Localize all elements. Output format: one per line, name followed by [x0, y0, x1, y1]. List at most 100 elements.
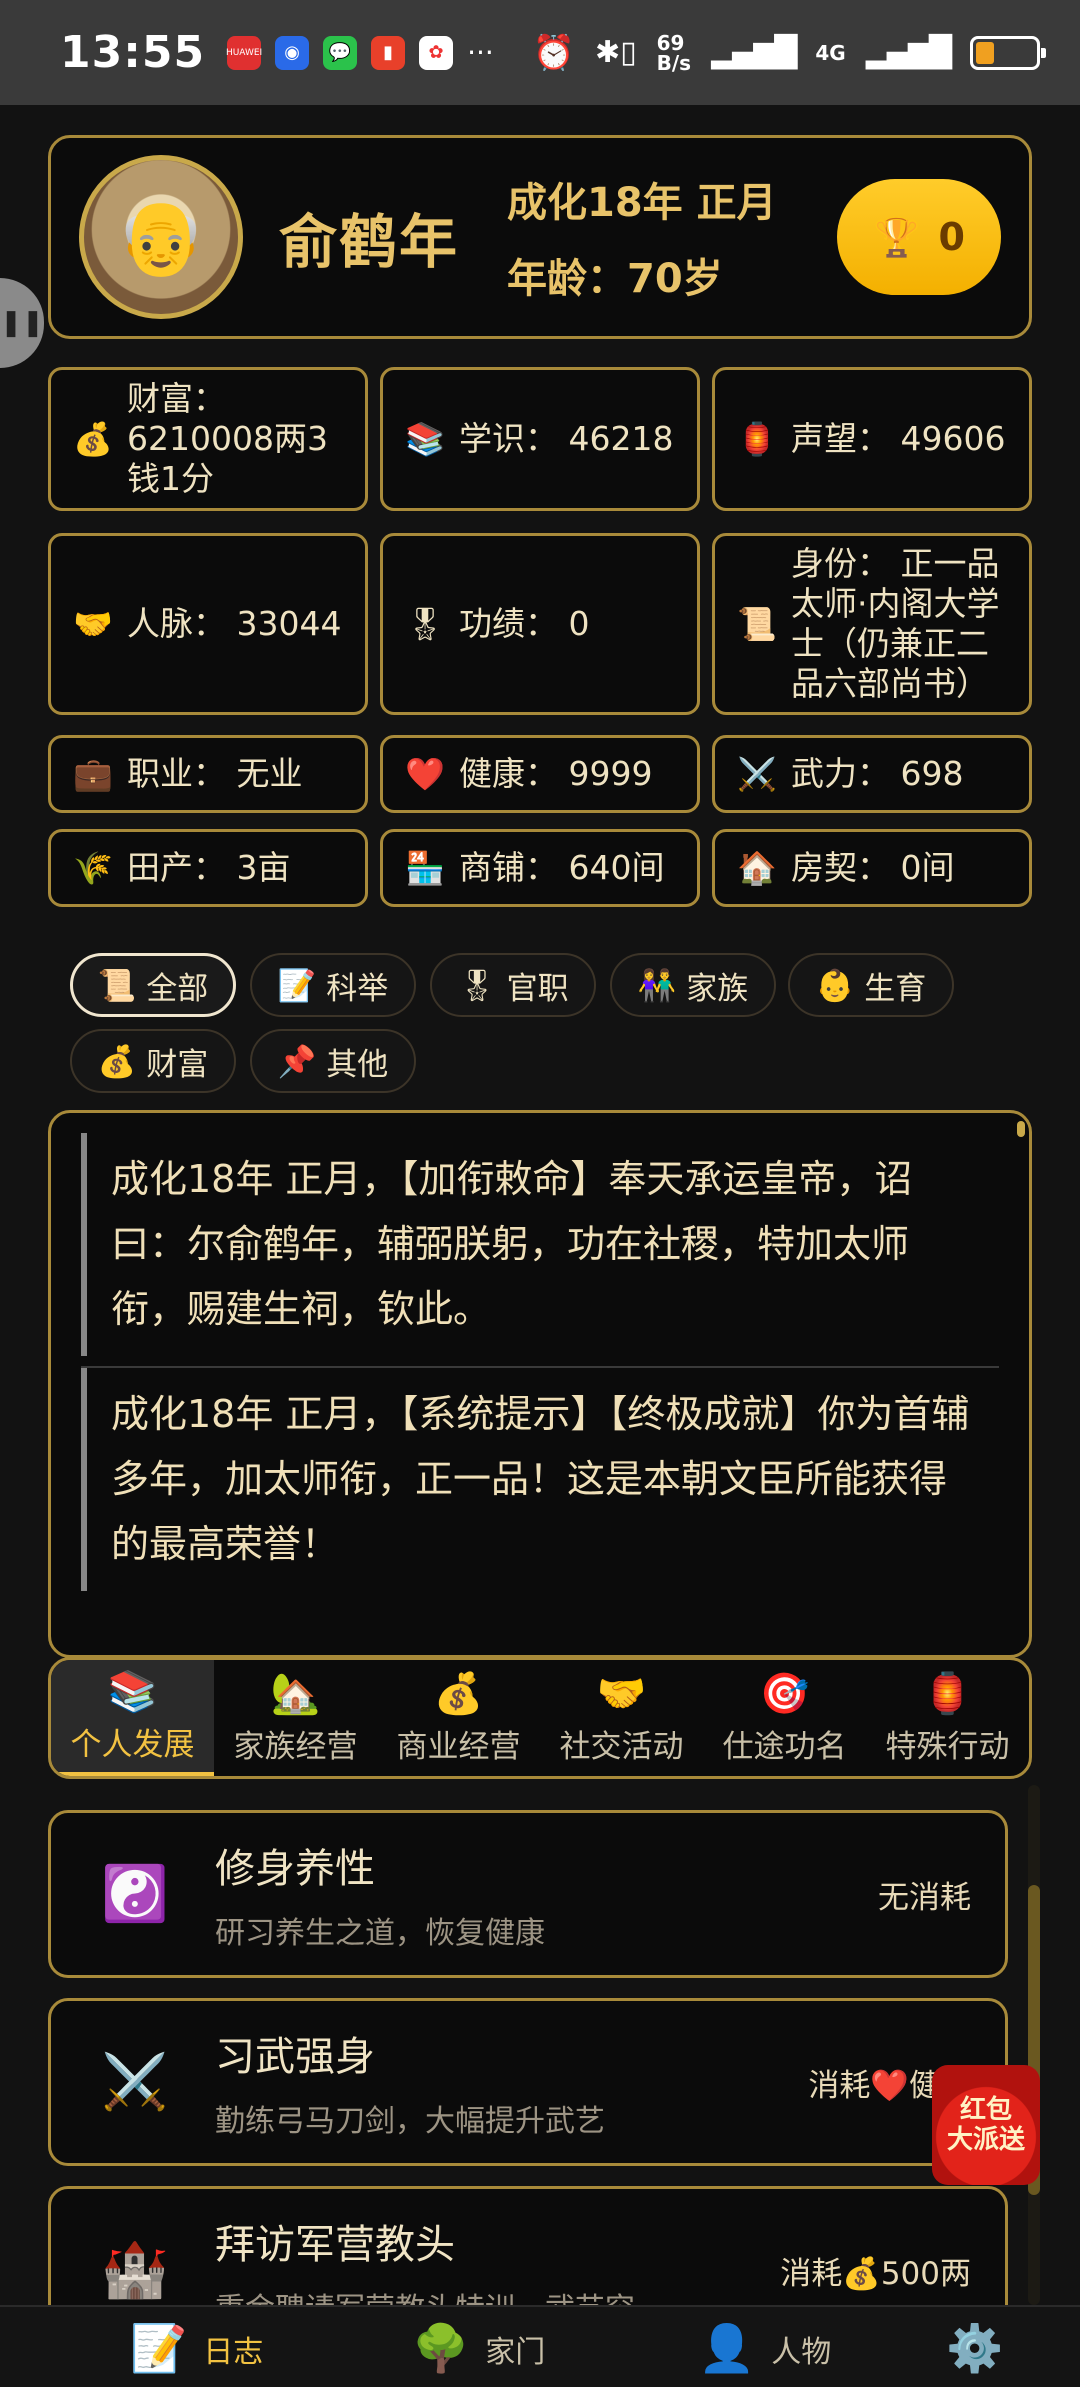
- stat-health: ❤️ 健康： 9999: [380, 735, 700, 813]
- filter-family[interactable]: 👫 家族: [610, 953, 776, 1017]
- money-bag-icon: 💰: [97, 1043, 137, 1080]
- lantern-icon: 🏮: [737, 420, 777, 458]
- baby-icon: 👶: [815, 967, 855, 1004]
- stat-text: 功绩： 0: [459, 604, 590, 643]
- filter-office[interactable]: 🎖 官职: [430, 953, 596, 1017]
- log-entry: 成化18年 正月，【系统提示】【终极成就】你为首辅多年，加太师衔，正一品！这是本…: [81, 1368, 999, 1591]
- stat-wealth: 💰 财富： 6210008两3钱1分: [48, 367, 368, 511]
- books-icon: 📚: [107, 1669, 158, 1715]
- stat-knowledge: 📚 学识： 46218: [380, 367, 700, 511]
- tab-social[interactable]: 🤝 社交活动: [540, 1660, 703, 1776]
- briefcase-icon: 💼: [73, 755, 113, 793]
- tab-special[interactable]: 🏮 特殊行动: [866, 1660, 1029, 1776]
- stat-martial: ⚔️ 武力： 698: [712, 735, 1032, 813]
- action-desc: 研习养生之道，恢复健康: [215, 1916, 545, 1951]
- medal-icon: 🎖: [457, 967, 497, 1004]
- action-cost: 消耗💰500两: [780, 2255, 971, 2292]
- stat-text: 田产： 3亩: [127, 848, 291, 887]
- stat-text: 财富： 6210008两3钱1分: [127, 379, 328, 498]
- filter-other[interactable]: 📌 其他: [250, 1029, 416, 1093]
- crossed-swords-icon: ⚔️: [101, 2050, 169, 2113]
- stat-occupation: 💼 职业： 无业: [48, 735, 368, 813]
- wechat-icon: 💬: [323, 35, 358, 70]
- clock: 13:55: [60, 27, 206, 78]
- stat-farmland: 🌾 田产： 3亩: [48, 829, 368, 907]
- books-icon: 📚: [405, 420, 445, 458]
- couple-icon: 👫: [637, 967, 677, 1004]
- shop-icon: 🏪: [405, 849, 445, 887]
- tab-business[interactable]: 💰 商业经营: [377, 1660, 540, 1776]
- status-bar: 13:55 HUAWEI ◉ 💬 ▮ ✿ ··· ⏰ ✱▯ 69 B/s ▂▄▆…: [0, 0, 1080, 105]
- handshake-icon: 🤝: [596, 1671, 647, 1717]
- castle-icon: 🏰: [101, 2238, 169, 2301]
- stat-deeds: 🏠 房契： 0间: [712, 829, 1032, 907]
- nav-family[interactable]: 🌳 家门: [412, 2321, 545, 2376]
- category-tabs: 📚 个人发展 🏡 家族经营 💰 商业经营 🤝 社交活动 🎯 仕途功名 🏮 特殊行…: [48, 1657, 1032, 1779]
- tab-career[interactable]: 🎯 仕途功名: [703, 1660, 866, 1776]
- game-screen: ❚❚ 👴 俞鹤年 成化18年 正月 年龄：70岁 🏆 0 💰 财富： 62100…: [0, 105, 1080, 2387]
- network-type: 4G: [815, 40, 846, 65]
- memo-icon: 📝: [277, 967, 317, 1004]
- money-bag-icon: 💰: [433, 1671, 484, 1717]
- action-cultivate[interactable]: ☯️ 修身养性 研习养生之道，恢复健康 无消耗: [48, 1810, 1008, 1978]
- action-desc: 勤练弓马刀剑，大幅提升武艺: [215, 2104, 605, 2139]
- money-bag-icon: 💰: [73, 420, 113, 458]
- action-title: 拜访军营教头: [215, 2222, 455, 2268]
- tab-personal-development[interactable]: 📚 个人发展: [51, 1660, 214, 1776]
- event-log[interactable]: 成化18年 正月，【加衔敕命】奉天承运皇帝，诏曰：尔俞鹤年，辅弼朕躬，功在社稷，…: [48, 1110, 1032, 1658]
- trophy-count: 0: [938, 215, 965, 259]
- nav-settings[interactable]: ⚙️: [946, 2321, 1003, 2376]
- bluetooth-vibrate-icon: ✱▯: [594, 35, 637, 70]
- filter-all[interactable]: 📜 全部: [70, 953, 236, 1017]
- crossed-swords-icon: ⚔️: [737, 755, 777, 793]
- nav-log[interactable]: 📝 日志: [130, 2321, 263, 2376]
- action-cost: 无消耗: [878, 1879, 971, 1916]
- stat-prestige: 🏮 声望： 49606: [712, 367, 1032, 511]
- red-app-icon: ▮: [371, 35, 406, 70]
- rice-icon: 🌾: [73, 849, 113, 887]
- log-scrollbar[interactable]: [1017, 1121, 1025, 1137]
- character-age: 年龄：70岁: [507, 256, 723, 302]
- avatar[interactable]: 👴: [79, 155, 243, 319]
- notification-icons: HUAWEI ◉ 💬 ▮ ✿ ···: [226, 35, 494, 70]
- character-name: 俞鹤年: [279, 208, 460, 276]
- scroll-icon: 📜: [737, 605, 777, 643]
- house-icon: 🏡: [270, 1671, 321, 1717]
- stat-text: 身份： 正一品太师·内阁大学士（仍兼正二品六部尚书）: [791, 544, 1000, 703]
- multicolor-app-icon: ✿: [419, 35, 454, 70]
- bottom-nav: 📝 日志 🌳 家门 👤 人物 ⚙️: [0, 2305, 1080, 2387]
- nav-character[interactable]: 👤 人物: [698, 2321, 831, 2376]
- status-icons: ⏰ ✱▯ 69 B/s ▂▄▆█ 4G ▂▄▆█: [532, 30, 1046, 75]
- action-martial-training[interactable]: ⚔️ 习武强身 勤练弓马刀剑，大幅提升武艺 消耗❤️健康: [48, 1998, 1008, 2166]
- red-packet-promo[interactable]: 红包 大派送: [932, 2065, 1040, 2185]
- yin-yang-icon: ☯️: [101, 1862, 169, 1925]
- stat-text: 房契： 0间: [791, 848, 955, 887]
- filter-childbirth[interactable]: 👶 生育: [788, 953, 954, 1017]
- stat-merit: 🎖 功绩： 0: [380, 533, 700, 715]
- alarm-icon: ⏰: [532, 32, 575, 73]
- action-title: 习武强身: [215, 2034, 375, 2080]
- stat-text: 人脉： 33044: [127, 604, 342, 643]
- signal-icon-2: ▂▄▆█: [865, 35, 952, 70]
- net-speed: 69 B/s: [656, 30, 692, 75]
- game-date: 成化18年 正月: [507, 180, 777, 226]
- trophy-button[interactable]: 🏆 0: [837, 179, 1001, 295]
- action-title: 修身养性: [215, 1846, 375, 1892]
- gear-icon: ⚙️: [946, 2321, 1004, 2375]
- log-filters: 📜 全部 📝 科举 🎖 官职 👫 家族 👶 生育 💰 财富 📌 其他: [48, 933, 1032, 1103]
- pushpin-icon: 📌: [277, 1043, 317, 1080]
- person-icon: 👤: [698, 2321, 756, 2375]
- stat-text: 武力： 698: [791, 754, 964, 793]
- floating-pause-icon[interactable]: ❚❚: [0, 278, 44, 368]
- tree-icon: 🌳: [412, 2321, 470, 2375]
- memo-icon: 📝: [130, 2321, 188, 2375]
- tab-family-management[interactable]: 🏡 家族经营: [214, 1660, 377, 1776]
- filter-exam[interactable]: 📝 科举: [250, 953, 416, 1017]
- lantern-icon: 🏮: [922, 1671, 973, 1717]
- more-notifications-icon: ···: [467, 36, 494, 69]
- blue-app-icon: ◉: [275, 35, 310, 70]
- stat-text: 学识： 46218: [459, 419, 674, 458]
- stat-connections: 🤝 人脉： 33044: [48, 533, 368, 715]
- heart-icon: ❤️: [405, 755, 445, 793]
- filter-wealth[interactable]: 💰 财富: [70, 1029, 236, 1093]
